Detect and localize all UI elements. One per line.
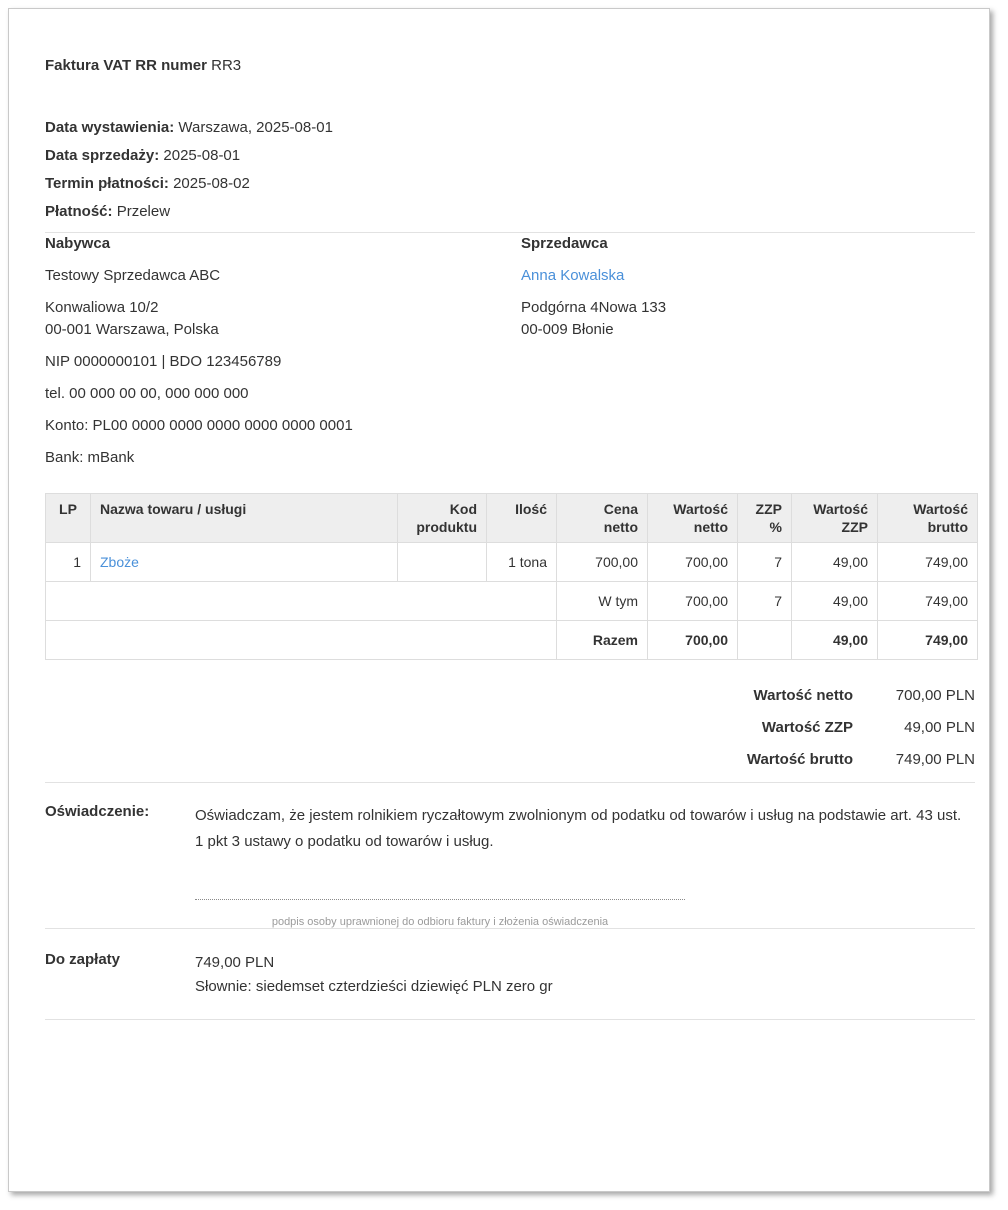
item-quantity: 1 tona bbox=[486, 542, 557, 582]
items-table-header-row: LP Nazwa towaru / usługi Kod produktu Il… bbox=[45, 493, 978, 543]
due-date-value: 2025-08-02 bbox=[173, 175, 250, 192]
subtotal-net: 700,00 bbox=[647, 581, 738, 621]
col-header-zzp-value: Wartość ZZP bbox=[791, 493, 878, 543]
subtotal-spacer bbox=[45, 581, 557, 621]
totals-net-row: Wartość netto 700,00 PLN bbox=[45, 686, 975, 706]
issue-date-line: Data wystawienia: Warszawa, 2025-08-01 bbox=[45, 120, 975, 135]
buyer-phone: tel. 00 000 00 00, 000 000 000 bbox=[45, 385, 249, 402]
total-zzp-rate bbox=[737, 620, 792, 660]
subtotal-zzp-rate: 7 bbox=[737, 581, 792, 621]
totals-gross-value: 749,00 PLN bbox=[895, 751, 975, 768]
invoice-meta: Data wystawienia: Warszawa, 2025-08-01 D… bbox=[45, 120, 975, 219]
buyer-address-line2: 00-001 Warszawa, Polska bbox=[45, 321, 219, 338]
due-date-label: Termin płatności: bbox=[45, 175, 169, 192]
totals-gross-label: Wartość brutto bbox=[746, 751, 853, 768]
divider-bottom bbox=[45, 1019, 975, 1020]
due-date-line: Termin płatności: 2025-08-02 bbox=[45, 176, 975, 191]
payment-due-label: Do zapłaty bbox=[45, 951, 121, 968]
col-header-lp: LP bbox=[45, 493, 91, 543]
subtotal-row: W tym 700,00 7 49,00 749,00 bbox=[45, 581, 978, 621]
buyer-address: Konwaliowa 10/2 00-001 Warszawa, Polska bbox=[45, 297, 521, 341]
subtotal-gross: 749,00 bbox=[877, 581, 978, 621]
seller-address-line2: 00-009 Błonie bbox=[521, 321, 614, 338]
seller-heading: Sprzedawca bbox=[521, 235, 608, 252]
sale-date-label: Data sprzedaży: bbox=[45, 147, 160, 164]
payment-due-section: Do zapłaty 749,00 PLN Słownie: siedemset… bbox=[45, 951, 975, 999]
total-row: Razem 700,00 49,00 749,00 bbox=[45, 620, 978, 660]
item-net-price: 700,00 bbox=[556, 542, 648, 582]
issue-date-label: Data wystawienia: bbox=[45, 119, 175, 136]
divider-declaration bbox=[45, 782, 975, 783]
declaration-body: Oświadczam, że jestem rolnikiem ryczałto… bbox=[195, 803, 975, 928]
item-name-link[interactable]: Zboże bbox=[100, 554, 139, 570]
col-header-net-value: Wartość netto bbox=[647, 493, 738, 543]
issue-date-value: Warszawa, 2025-08-01 bbox=[178, 119, 333, 136]
totals-zzp-value: 49,00 PLN bbox=[904, 719, 975, 736]
payment-due-amount: 749,00 PLN bbox=[195, 954, 275, 971]
buyer-address-line1: Konwaliowa 10/2 bbox=[45, 299, 159, 316]
seller-section: Sprzedawca Anna Kowalska Podgórna 4Nowa … bbox=[521, 233, 975, 479]
invoice-number: RR3 bbox=[211, 57, 242, 74]
buyer-account: Konto: PL00 0000 0000 0000 0000 0000 000… bbox=[45, 417, 353, 434]
sale-date-line: Data sprzedaży: 2025-08-01 bbox=[45, 148, 975, 163]
payment-method-line: Płatność: Przelew bbox=[45, 204, 975, 219]
buyer-section: Nabywca Testowy Sprzedawca ABC Konwaliow… bbox=[45, 233, 521, 479]
col-header-gross-value: Wartość brutto bbox=[877, 493, 978, 543]
total-gross: 749,00 bbox=[877, 620, 978, 660]
item-lp: 1 bbox=[45, 542, 91, 582]
items-table: LP Nazwa towaru / usługi Kod produktu Il… bbox=[45, 493, 978, 660]
divider-payment bbox=[45, 928, 975, 929]
buyer-heading: Nabywca bbox=[45, 235, 111, 252]
col-header-net-price: Cena netto bbox=[556, 493, 648, 543]
invoice-title: Faktura VAT RR numer RR3 bbox=[45, 57, 975, 74]
item-row: 1 Zboże 1 tona 700,00 700,00 7 49,00 749… bbox=[45, 542, 978, 582]
item-net-value: 700,00 bbox=[647, 542, 738, 582]
item-zzp-value: 49,00 bbox=[791, 542, 878, 582]
declaration-section: Oświadczenie: Oświadczam, że jestem roln… bbox=[45, 803, 975, 928]
col-header-quantity: Ilość bbox=[486, 493, 557, 543]
declaration-text: Oświadczam, że jestem rolnikiem ryczałto… bbox=[195, 807, 962, 850]
payment-method-label: Płatność: bbox=[45, 203, 113, 220]
subtotal-zzp: 49,00 bbox=[791, 581, 878, 621]
declaration-label: Oświadczenie: bbox=[45, 803, 150, 820]
totals-net-value: 700,00 PLN bbox=[895, 687, 975, 704]
col-header-name: Nazwa towaru / usługi bbox=[90, 493, 398, 543]
totals-net-label: Wartość netto bbox=[753, 687, 853, 704]
item-zzp-rate: 7 bbox=[737, 542, 792, 582]
item-product-code bbox=[397, 542, 487, 582]
col-header-product-code: Kod produktu bbox=[397, 493, 487, 543]
total-label: Razem bbox=[556, 620, 648, 660]
total-spacer bbox=[45, 620, 557, 660]
payment-due-in-words: Słownie: siedemset czterdzieści dziewięć… bbox=[195, 978, 553, 995]
subtotal-label: W tym bbox=[556, 581, 648, 621]
item-name-cell: Zboże bbox=[90, 542, 398, 582]
buyer-tax-ids: NIP 0000000101 | BDO 123456789 bbox=[45, 353, 282, 370]
sale-date-value: 2025-08-01 bbox=[163, 147, 241, 164]
payment-method-value: Przelew bbox=[116, 203, 171, 220]
seller-address-line1: Podgórna 4Nowa 133 bbox=[521, 299, 667, 316]
col-header-zzp-rate: ZZP % bbox=[737, 493, 792, 543]
seller-name-line: Anna Kowalska bbox=[521, 265, 975, 287]
invoice-page: Faktura VAT RR numer RR3 Data wystawieni… bbox=[8, 8, 990, 1192]
parties-section: Nabywca Testowy Sprzedawca ABC Konwaliow… bbox=[45, 233, 975, 479]
payment-due-body: 749,00 PLN Słownie: siedemset czterdzieś… bbox=[195, 951, 975, 999]
total-zzp: 49,00 bbox=[791, 620, 878, 660]
signature-caption: podpis osoby uprawnionej do odbioru fakt… bbox=[271, 916, 609, 928]
totals-summary: Wartość netto 700,00 PLN Wartość ZZP 49,… bbox=[45, 686, 975, 770]
seller-address: Podgórna 4Nowa 133 00-009 Błonie bbox=[521, 297, 975, 341]
total-net: 700,00 bbox=[647, 620, 738, 660]
seller-name-link[interactable]: Anna Kowalska bbox=[521, 267, 624, 284]
buyer-name: Testowy Sprzedawca ABC bbox=[45, 267, 221, 284]
invoice-title-label: Faktura VAT RR numer bbox=[45, 57, 207, 74]
totals-zzp-row: Wartość ZZP 49,00 PLN bbox=[45, 718, 975, 738]
buyer-bank: Bank: mBank bbox=[45, 449, 135, 466]
totals-gross-row: Wartość brutto 749,00 PLN bbox=[45, 750, 975, 770]
totals-zzp-label: Wartość ZZP bbox=[761, 719, 853, 736]
item-gross-value: 749,00 bbox=[877, 542, 978, 582]
signature-dotted-line bbox=[195, 899, 685, 900]
